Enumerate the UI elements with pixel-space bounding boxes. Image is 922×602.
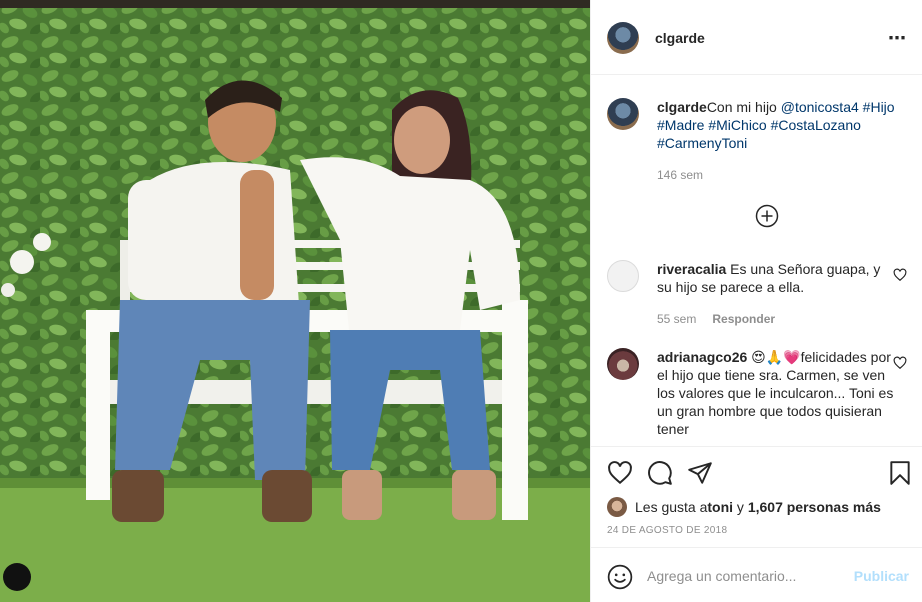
likes-summary: Les gusta a toni y 1,607 personas más: [607, 497, 881, 517]
liker-username[interactable]: toni: [707, 499, 733, 515]
comment-text: adrianagco26 😍🙏💗felicidades por el hijo …: [657, 348, 897, 438]
caption-age[interactable]: 146 sem: [657, 168, 703, 182]
hashtag-link[interactable]: #Hijo: [859, 99, 895, 115]
commenter-username[interactable]: riveracalia: [657, 261, 726, 277]
mention-link[interactable]: @tonicosta4: [781, 99, 859, 115]
comment-meta: 55 sem Responder: [657, 310, 775, 328]
post-sidebar: clgarde ⋯ clgardeCon mi hijo @tonicosta4…: [590, 0, 922, 602]
save-bookmark-icon[interactable]: [887, 460, 913, 486]
account-avatar[interactable]: [3, 563, 31, 591]
likes-middle: y: [733, 499, 748, 515]
like-heart-icon[interactable]: [607, 460, 633, 486]
commenter-avatar[interactable]: [607, 260, 639, 292]
emoji-smiley-icon[interactable]: [607, 564, 633, 590]
caption-author-avatar[interactable]: [607, 98, 639, 130]
caption-username[interactable]: clgarde: [657, 99, 707, 115]
caption: clgardeCon mi hijo @tonicosta4 #Hijo #Ma…: [607, 98, 907, 188]
load-more-plus-icon[interactable]: [755, 204, 779, 228]
author-username[interactable]: clgarde: [655, 30, 705, 46]
likes-prefix: Les gusta a: [635, 499, 708, 515]
comment-text: riveracalia Es una Señora guapa, y su hi…: [657, 260, 897, 296]
more-options-icon[interactable]: ⋯: [888, 28, 907, 49]
reply-button[interactable]: Responder: [712, 312, 775, 326]
comment-like-heart-icon[interactable]: [893, 356, 907, 370]
post-header: clgarde ⋯: [591, 0, 922, 75]
commenter-avatar[interactable]: [607, 348, 639, 380]
comment-item: adrianagco26 😍🙏💗felicidades por el hijo …: [607, 348, 907, 446]
hashtag-link[interactable]: #CarmenyToni: [657, 135, 747, 151]
caption-text: clgardeCon mi hijo @tonicosta4 #Hijo #Ma…: [657, 98, 897, 152]
comments-section: clgardeCon mi hijo @tonicosta4 #Hijo #Ma…: [591, 76, 922, 446]
publish-button[interactable]: Publicar: [854, 568, 909, 584]
caption-body: Con mi hijo: [706, 99, 781, 115]
comment-input[interactable]: [647, 564, 847, 588]
post-date[interactable]: 24 DE AGOSTO DE 2018: [607, 525, 727, 536]
share-paper-plane-icon[interactable]: [687, 460, 713, 486]
liker-avatar[interactable]: [607, 497, 627, 517]
comment-age[interactable]: 55 sem: [657, 312, 696, 326]
photo-illustration: [0, 0, 590, 602]
add-comment-bar: Publicar: [591, 547, 922, 602]
comment-like-heart-icon[interactable]: [893, 268, 907, 282]
author-avatar[interactable]: [607, 22, 639, 54]
likes-count[interactable]: 1,607 personas más: [748, 499, 881, 515]
caption-meta: 146 sem: [657, 166, 703, 184]
comment-bubble-icon[interactable]: [647, 460, 673, 486]
post-actions: Les gusta a toni y 1,607 personas más 24…: [591, 446, 922, 602]
hashtag-link[interactable]: #Madre #MiChico #CostaLozano: [657, 117, 861, 133]
commenter-username[interactable]: adrianagco26: [657, 349, 747, 365]
post-photo[interactable]: [0, 0, 590, 602]
comment-item: riveracalia Es una Señora guapa, y su hi…: [607, 260, 907, 332]
